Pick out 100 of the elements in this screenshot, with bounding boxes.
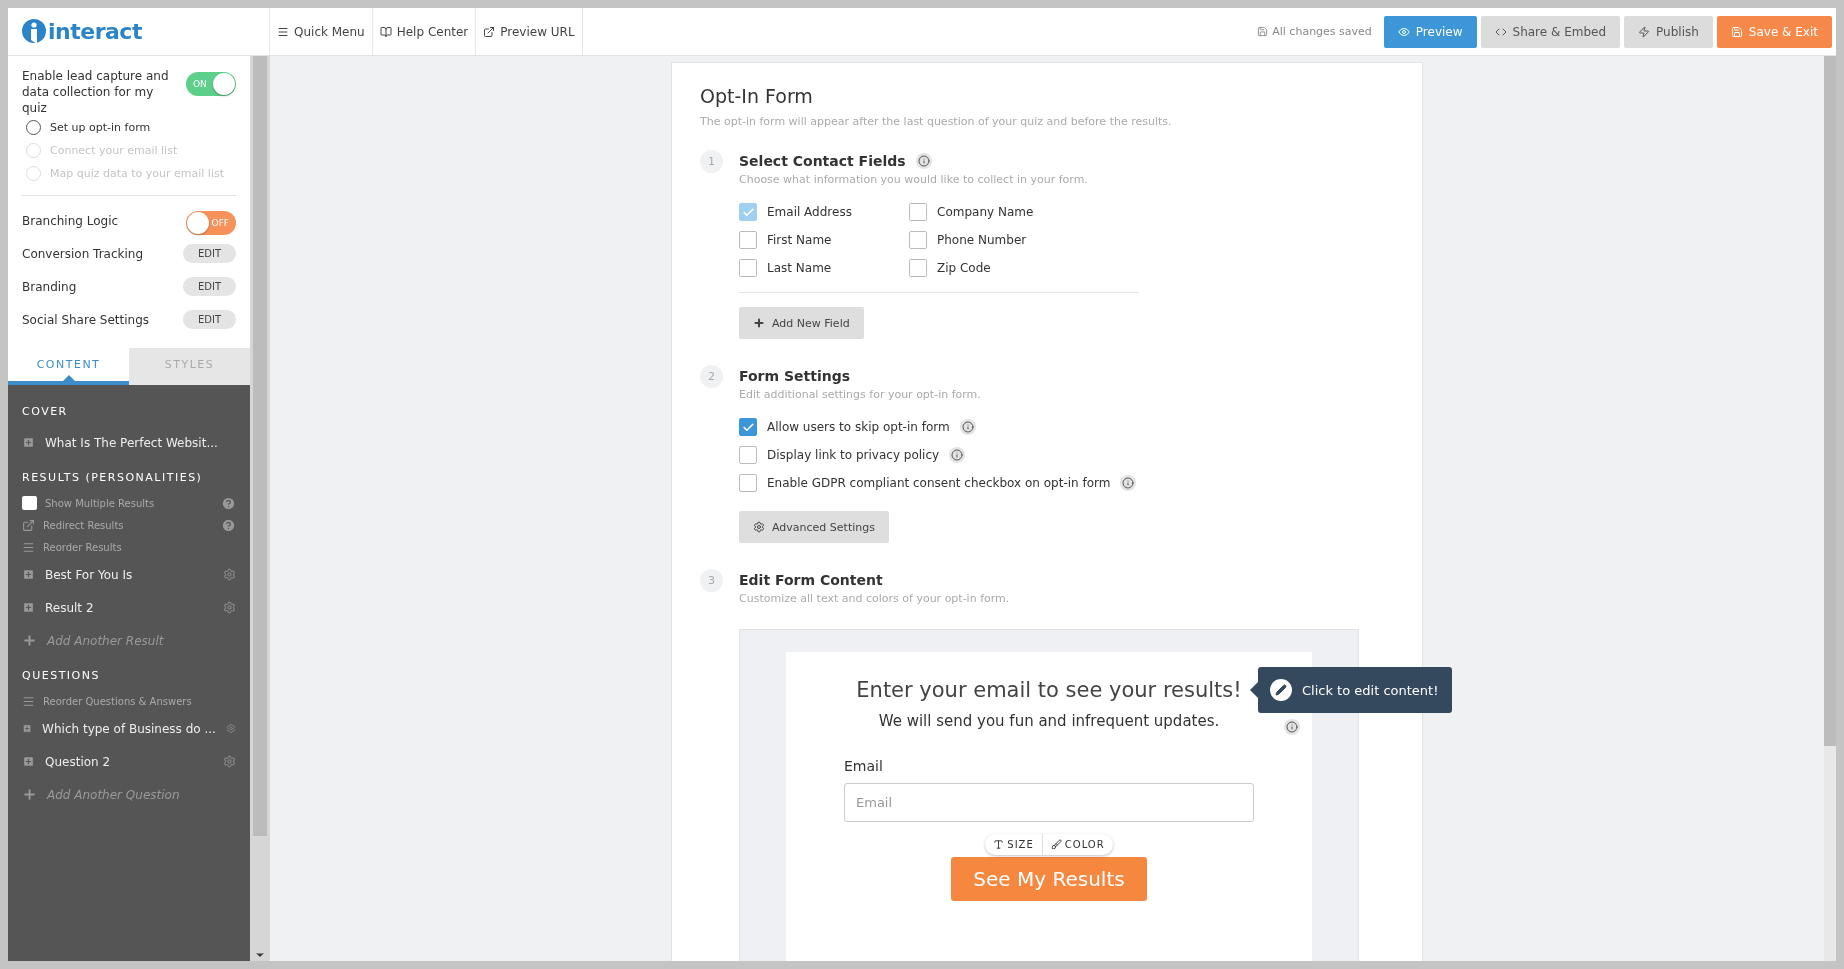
check-icon [741,420,755,434]
step-number: 1 [700,150,723,173]
text-size-icon [993,839,1005,850]
step-subtitle: Choose what information you would like to collect in your form. [739,173,1089,186]
form-title: Opt-In Form [700,85,814,107]
step-title: Select Contact Fields [739,153,906,169]
checkbox-label[interactable]: Enable GDPR compliant consent checkbox on opt-in form [767,476,1111,490]
edit-button[interactable]: EDIT [182,277,236,296]
edit-button[interactable]: EDIT [182,310,236,329]
tooltip: Click to edit content! [1258,667,1453,713]
step-title: Edit Form Content [739,572,883,588]
checkbox-label[interactable]: First Name [767,233,832,247]
scrollbar[interactable] [1824,56,1836,961]
checkbox-label[interactable]: Company Name [937,205,1034,219]
step-subtitle: Customize all text and colors of your opt-in form. [739,592,1011,605]
expand-icon[interactable] [22,601,35,614]
gear-icon[interactable] [223,755,236,768]
checkbox[interactable] [909,231,927,249]
info-icon[interactable] [1284,719,1300,735]
checkbox[interactable] [739,231,757,249]
gear-icon[interactable] [225,722,236,735]
save-status: All changes saved [1257,25,1372,38]
setting-label: Enable lead capture and data collection for my quiz [22,68,170,116]
toolbar-button[interactable]: Share & Embed [1480,15,1621,48]
toolbar-link[interactable]: Help Center [372,8,477,55]
info-icon[interactable] [959,419,976,435]
settings-button[interactable]: Advanced Settings [739,511,889,543]
checkbox[interactable] [22,496,37,510]
gear-icon [753,521,765,533]
radio-button[interactable] [26,120,41,135]
save-icon [1730,25,1743,38]
checkbox[interactable] [739,474,757,492]
logo-text: interact [48,19,142,44]
checkbox[interactable] [739,418,757,436]
checkbox-label[interactable]: Phone Number [937,233,1027,247]
size-button[interactable]: SIZE [985,834,1042,855]
setting-label: Branding [22,279,77,294]
lightning-icon [1638,25,1651,38]
add-field-button[interactable]: Add New Field [739,307,864,339]
external-link-icon [22,518,35,532]
form-subtitle: The opt-in form will appear after the last question of your quiz and before the results. [700,115,1173,128]
check-icon [741,205,755,219]
step-number: 2 [700,365,723,388]
step-title: Form Settings [739,368,851,384]
help-icon[interactable] [221,517,236,533]
plus-icon [753,317,765,329]
external-link-icon [483,25,496,38]
pencil-icon [1270,679,1292,701]
toolbar-link[interactable]: Quick Menu [270,8,373,55]
step-number: 3 [700,569,723,592]
checkbox-label[interactable]: Allow users to skip opt-in form [767,420,950,434]
scrollbar[interactable] [250,56,270,961]
field-label: Email [844,758,884,774]
checkbox-label[interactable]: Zip Code [937,261,991,275]
section-heading: QUESTIONS [22,669,101,682]
logo-icon [22,18,46,45]
sidebar-item[interactable]: Which type of Business do ... [42,721,216,736]
checkbox-label[interactable]: Display link to privacy policy [767,448,940,462]
setting-label: Branching Logic [22,213,119,228]
expand-icon[interactable] [22,722,33,735]
expand-icon[interactable] [22,568,35,581]
menu-icon [22,694,35,708]
sidebar-item[interactable]: What Is The Perfect Websit... [45,435,236,450]
edit-button[interactable]: EDIT [182,244,236,263]
sidebar-item[interactable]: Result 2 [45,600,213,615]
expand-icon[interactable] [22,755,35,768]
info-icon[interactable] [949,447,966,463]
sidebar-item[interactable]: Question 2 [45,754,213,769]
info-icon[interactable] [915,153,932,169]
checkbox[interactable] [909,203,927,221]
section-heading: COVER [22,405,69,418]
plus-icon [22,633,37,648]
book-icon [379,25,392,38]
toolbar-button[interactable]: Publish [1624,15,1713,48]
checkbox[interactable] [909,259,927,277]
color-button[interactable]: COLOR [1041,834,1113,855]
section-heading: RESULTS (PERSONALITIES) [22,471,204,484]
toolbar-link[interactable]: Preview URL [476,8,583,55]
setting-label: Social Share Settings [22,312,150,327]
setting-label: Conversion Tracking [22,246,144,261]
save-icon [1257,26,1269,37]
step-subtitle: Edit additional settings for your opt-in form. [739,388,982,401]
menu-icon [277,25,289,38]
plus-icon [22,787,37,802]
email-input[interactable]: Email [844,783,1254,822]
eye-icon [1397,25,1410,38]
checkbox[interactable] [739,446,757,464]
checkbox-label[interactable]: Last Name [767,261,832,275]
step-label[interactable]: Set up opt-in form [50,121,151,134]
checkbox[interactable] [739,259,757,277]
expand-icon[interactable] [22,436,35,449]
help-icon[interactable] [221,495,236,511]
gear-icon[interactable] [223,601,236,614]
gear-icon[interactable] [223,568,236,581]
preview-tagline[interactable]: We will send you fun and infrequent updates. [878,712,1220,730]
preview-headline[interactable]: Enter your email to see your results! [856,678,1242,702]
brush-icon [1050,839,1062,850]
sidebar-item[interactable]: Best For You Is [45,567,213,582]
info-icon[interactable] [1120,475,1137,491]
menu-icon [22,540,35,554]
